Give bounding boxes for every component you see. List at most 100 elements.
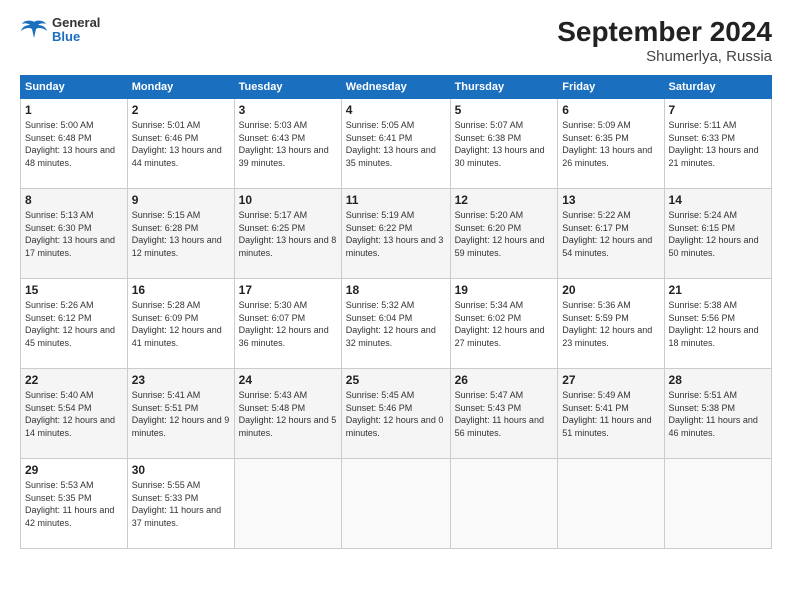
col-thursday: Thursday — [450, 76, 558, 99]
day-detail: Sunrise: 5:36 AM Sunset: 5:59 PM Dayligh… — [562, 299, 659, 349]
day-detail: Sunrise: 5:11 AM Sunset: 6:33 PM Dayligh… — [669, 119, 767, 169]
day-number: 29 — [25, 463, 123, 477]
table-row: 3 Sunrise: 5:03 AM Sunset: 6:43 PM Dayli… — [234, 99, 341, 189]
day-number: 28 — [669, 373, 767, 387]
day-detail: Sunrise: 5:20 AM Sunset: 6:20 PM Dayligh… — [455, 209, 554, 259]
table-row: 26 Sunrise: 5:47 AM Sunset: 5:43 PM Dayl… — [450, 369, 558, 459]
table-row: 7 Sunrise: 5:11 AM Sunset: 6:33 PM Dayli… — [664, 99, 771, 189]
table-row: 8 Sunrise: 5:13 AM Sunset: 6:30 PM Dayli… — [21, 189, 128, 279]
col-saturday: Saturday — [664, 76, 771, 99]
calendar-week-row: 8 Sunrise: 5:13 AM Sunset: 6:30 PM Dayli… — [21, 189, 772, 279]
calendar-header-row: Sunday Monday Tuesday Wednesday Thursday… — [21, 76, 772, 99]
day-number: 18 — [346, 283, 446, 297]
table-row — [558, 459, 664, 549]
table-row: 5 Sunrise: 5:07 AM Sunset: 6:38 PM Dayli… — [450, 99, 558, 189]
day-detail: Sunrise: 5:07 AM Sunset: 6:38 PM Dayligh… — [455, 119, 554, 169]
logo-icon — [20, 18, 48, 42]
day-number: 9 — [132, 193, 230, 207]
day-number: 3 — [239, 103, 337, 117]
day-number: 6 — [562, 103, 659, 117]
calendar-title: September 2024 — [557, 16, 772, 48]
day-detail: Sunrise: 5:41 AM Sunset: 5:51 PM Dayligh… — [132, 389, 230, 439]
day-number: 17 — [239, 283, 337, 297]
table-row: 20 Sunrise: 5:36 AM Sunset: 5:59 PM Dayl… — [558, 279, 664, 369]
day-number: 2 — [132, 103, 230, 117]
day-detail: Sunrise: 5:15 AM Sunset: 6:28 PM Dayligh… — [132, 209, 230, 259]
page: General Blue September 2024 Shumerlya, R… — [0, 0, 792, 612]
day-detail: Sunrise: 5:49 AM Sunset: 5:41 PM Dayligh… — [562, 389, 659, 439]
table-row: 22 Sunrise: 5:40 AM Sunset: 5:54 PM Dayl… — [21, 369, 128, 459]
day-number: 11 — [346, 193, 446, 207]
day-number: 30 — [132, 463, 230, 477]
day-detail: Sunrise: 5:51 AM Sunset: 5:38 PM Dayligh… — [669, 389, 767, 439]
day-detail: Sunrise: 5:19 AM Sunset: 6:22 PM Dayligh… — [346, 209, 446, 259]
col-friday: Friday — [558, 76, 664, 99]
calendar-week-row: 15 Sunrise: 5:26 AM Sunset: 6:12 PM Dayl… — [21, 279, 772, 369]
day-detail: Sunrise: 5:43 AM Sunset: 5:48 PM Dayligh… — [239, 389, 337, 439]
day-number: 12 — [455, 193, 554, 207]
calendar-week-row: 22 Sunrise: 5:40 AM Sunset: 5:54 PM Dayl… — [21, 369, 772, 459]
table-row: 10 Sunrise: 5:17 AM Sunset: 6:25 PM Dayl… — [234, 189, 341, 279]
table-row: 29 Sunrise: 5:53 AM Sunset: 5:35 PM Dayl… — [21, 459, 128, 549]
table-row: 4 Sunrise: 5:05 AM Sunset: 6:41 PM Dayli… — [341, 99, 450, 189]
day-detail: Sunrise: 5:13 AM Sunset: 6:30 PM Dayligh… — [25, 209, 123, 259]
table-row: 9 Sunrise: 5:15 AM Sunset: 6:28 PM Dayli… — [127, 189, 234, 279]
col-sunday: Sunday — [21, 76, 128, 99]
table-row: 11 Sunrise: 5:19 AM Sunset: 6:22 PM Dayl… — [341, 189, 450, 279]
table-row: 16 Sunrise: 5:28 AM Sunset: 6:09 PM Dayl… — [127, 279, 234, 369]
col-monday: Monday — [127, 76, 234, 99]
day-number: 1 — [25, 103, 123, 117]
day-number: 5 — [455, 103, 554, 117]
table-row — [664, 459, 771, 549]
day-number: 7 — [669, 103, 767, 117]
table-row: 18 Sunrise: 5:32 AM Sunset: 6:04 PM Dayl… — [341, 279, 450, 369]
logo-line2: Blue — [52, 30, 100, 44]
day-number: 14 — [669, 193, 767, 207]
day-detail: Sunrise: 5:53 AM Sunset: 5:35 PM Dayligh… — [25, 479, 123, 529]
calendar-table: Sunday Monday Tuesday Wednesday Thursday… — [20, 75, 772, 549]
day-detail: Sunrise: 5:09 AM Sunset: 6:35 PM Dayligh… — [562, 119, 659, 169]
table-row: 21 Sunrise: 5:38 AM Sunset: 5:56 PM Dayl… — [664, 279, 771, 369]
day-detail: Sunrise: 5:40 AM Sunset: 5:54 PM Dayligh… — [25, 389, 123, 439]
day-number: 21 — [669, 283, 767, 297]
table-row: 25 Sunrise: 5:45 AM Sunset: 5:46 PM Dayl… — [341, 369, 450, 459]
calendar-week-row: 29 Sunrise: 5:53 AM Sunset: 5:35 PM Dayl… — [21, 459, 772, 549]
day-number: 27 — [562, 373, 659, 387]
day-number: 23 — [132, 373, 230, 387]
day-detail: Sunrise: 5:34 AM Sunset: 6:02 PM Dayligh… — [455, 299, 554, 349]
day-number: 15 — [25, 283, 123, 297]
col-wednesday: Wednesday — [341, 76, 450, 99]
col-tuesday: Tuesday — [234, 76, 341, 99]
day-detail: Sunrise: 5:17 AM Sunset: 6:25 PM Dayligh… — [239, 209, 337, 259]
day-number: 22 — [25, 373, 123, 387]
table-row: 28 Sunrise: 5:51 AM Sunset: 5:38 PM Dayl… — [664, 369, 771, 459]
table-row: 1 Sunrise: 5:00 AM Sunset: 6:48 PM Dayli… — [21, 99, 128, 189]
day-number: 25 — [346, 373, 446, 387]
day-detail: Sunrise: 5:05 AM Sunset: 6:41 PM Dayligh… — [346, 119, 446, 169]
table-row: 30 Sunrise: 5:55 AM Sunset: 5:33 PM Dayl… — [127, 459, 234, 549]
day-detail: Sunrise: 5:03 AM Sunset: 6:43 PM Dayligh… — [239, 119, 337, 169]
day-detail: Sunrise: 5:45 AM Sunset: 5:46 PM Dayligh… — [346, 389, 446, 439]
day-number: 26 — [455, 373, 554, 387]
day-detail: Sunrise: 5:00 AM Sunset: 6:48 PM Dayligh… — [25, 119, 123, 169]
day-detail: Sunrise: 5:24 AM Sunset: 6:15 PM Dayligh… — [669, 209, 767, 259]
table-row: 13 Sunrise: 5:22 AM Sunset: 6:17 PM Dayl… — [558, 189, 664, 279]
day-number: 16 — [132, 283, 230, 297]
table-row — [450, 459, 558, 549]
logo-line1: General — [52, 16, 100, 30]
table-row: 14 Sunrise: 5:24 AM Sunset: 6:15 PM Dayl… — [664, 189, 771, 279]
day-detail: Sunrise: 5:26 AM Sunset: 6:12 PM Dayligh… — [25, 299, 123, 349]
table-row: 24 Sunrise: 5:43 AM Sunset: 5:48 PM Dayl… — [234, 369, 341, 459]
day-number: 13 — [562, 193, 659, 207]
table-row: 23 Sunrise: 5:41 AM Sunset: 5:51 PM Dayl… — [127, 369, 234, 459]
table-row: 15 Sunrise: 5:26 AM Sunset: 6:12 PM Dayl… — [21, 279, 128, 369]
table-row: 12 Sunrise: 5:20 AM Sunset: 6:20 PM Dayl… — [450, 189, 558, 279]
table-row: 2 Sunrise: 5:01 AM Sunset: 6:46 PM Dayli… — [127, 99, 234, 189]
day-number: 19 — [455, 283, 554, 297]
day-detail: Sunrise: 5:55 AM Sunset: 5:33 PM Dayligh… — [132, 479, 230, 529]
day-number: 10 — [239, 193, 337, 207]
day-number: 24 — [239, 373, 337, 387]
day-detail: Sunrise: 5:38 AM Sunset: 5:56 PM Dayligh… — [669, 299, 767, 349]
table-row: 27 Sunrise: 5:49 AM Sunset: 5:41 PM Dayl… — [558, 369, 664, 459]
day-number: 20 — [562, 283, 659, 297]
